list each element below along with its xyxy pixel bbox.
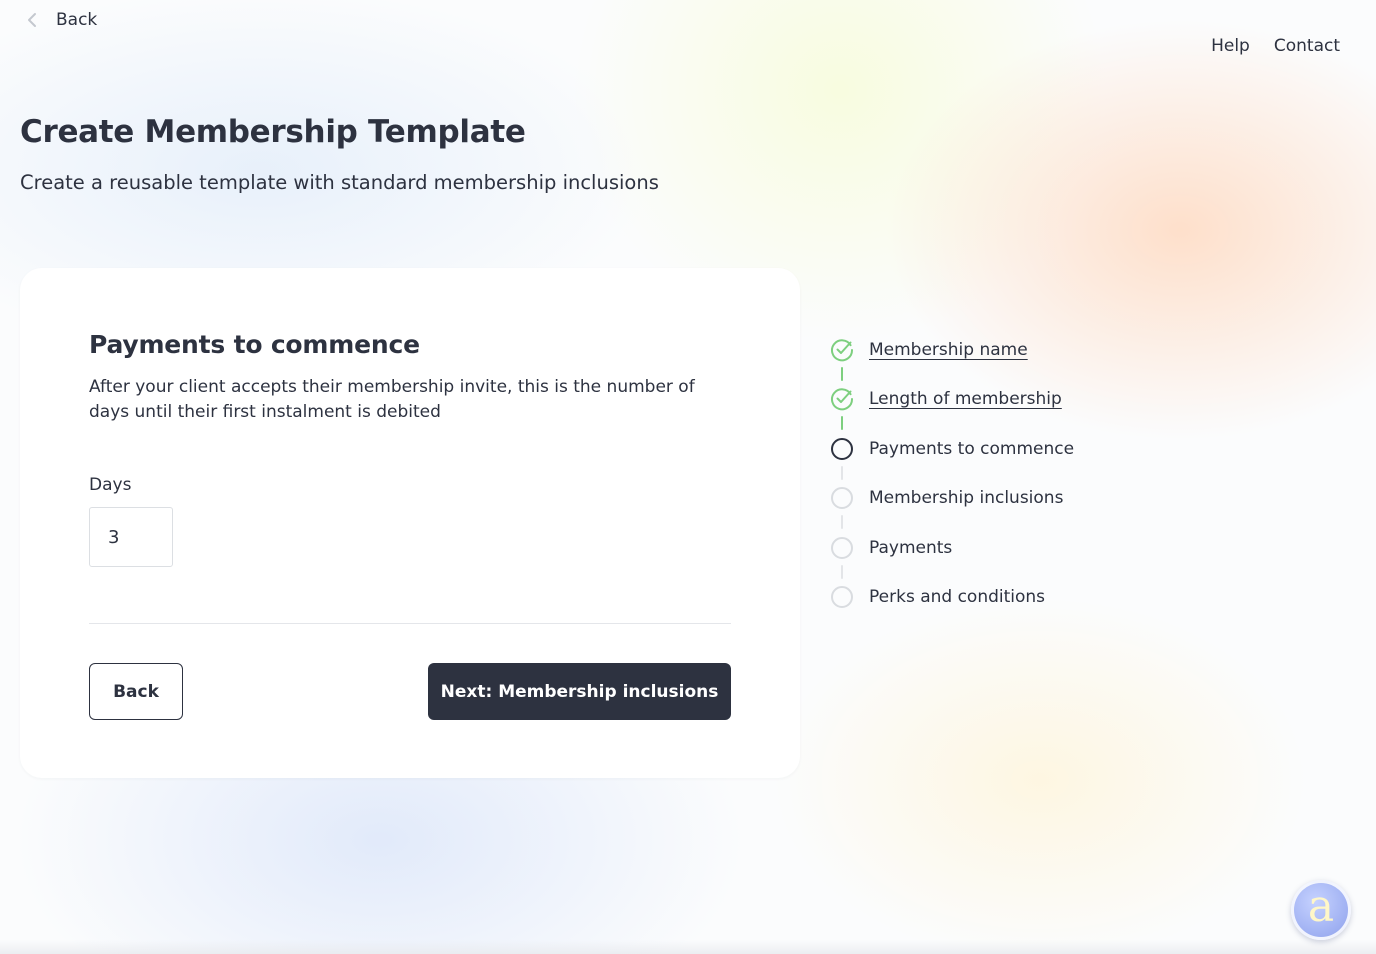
chevron-left-icon — [22, 9, 44, 31]
empty-circle-icon — [830, 585, 854, 609]
back-link[interactable]: Back — [22, 6, 97, 34]
assistant-icon: a — [1307, 881, 1335, 932]
next-button[interactable]: Next: Membership inclusions — [428, 663, 731, 720]
step-label: Length of membership — [869, 389, 1062, 410]
step-connector — [841, 416, 843, 431]
divider — [89, 623, 731, 624]
step-label: Membership name — [869, 340, 1028, 360]
check-circle-icon — [830, 338, 854, 362]
help-link[interactable]: Help — [1211, 36, 1250, 56]
days-input[interactable] — [89, 507, 173, 567]
days-label: Days — [89, 475, 132, 495]
assistant-button[interactable]: a — [1291, 880, 1351, 940]
step-connector — [841, 515, 843, 530]
step-connector — [841, 465, 843, 480]
contact-link[interactable]: Contact — [1274, 36, 1340, 56]
section-description: After your client accepts their membersh… — [89, 377, 695, 422]
back-button[interactable]: Back — [89, 663, 183, 720]
top-nav: Help Contact — [1211, 36, 1340, 56]
section-heading: Payments to commence — [89, 330, 420, 359]
step-label: Payments — [869, 537, 953, 558]
check-circle-icon — [830, 387, 854, 411]
current-step-circle-icon — [830, 437, 854, 461]
step-connector — [841, 564, 843, 579]
back-link-label: Back — [56, 10, 98, 30]
step-label: Payments to commence — [869, 438, 1075, 459]
step-label: Perks and conditions — [869, 586, 1046, 607]
step-label: Membership inclusions — [869, 488, 1064, 509]
bottom-edge — [0, 940, 1376, 954]
step-connector — [841, 367, 843, 381]
page-subtitle: Create a reusable template with standard… — [20, 171, 659, 194]
form-card: Payments to commence After your client a… — [20, 268, 800, 778]
empty-circle-icon — [830, 486, 854, 510]
empty-circle-icon — [830, 536, 854, 560]
page-title: Create Membership Template — [20, 114, 526, 150]
